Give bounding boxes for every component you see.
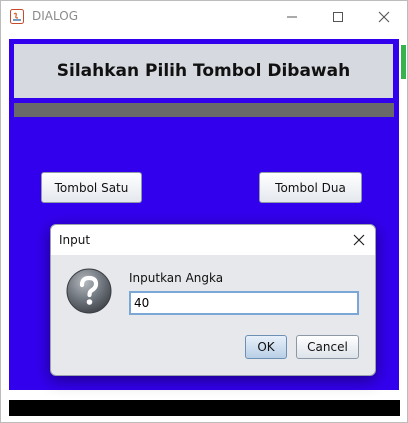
dialog-prompt-label: Inputkan Angka: [129, 271, 224, 285]
close-icon: [353, 234, 365, 246]
close-icon: [378, 11, 390, 23]
header-title: Silahkan Pilih Tombol Dibawah: [56, 61, 351, 81]
tombol-satu-button[interactable]: Tombol Satu: [41, 172, 142, 203]
maximize-icon: [333, 12, 343, 22]
header-panel: Silahkan Pilih Tombol Dibawah: [14, 44, 393, 98]
side-edge: [400, 39, 407, 390]
side-accent-mark: [401, 45, 406, 79]
close-button[interactable]: [361, 1, 407, 33]
bottom-bar: [9, 400, 400, 416]
tombol-dua-button[interactable]: Tombol Dua: [259, 172, 362, 203]
dialog-title-bar: Input: [51, 225, 375, 255]
maximize-button[interactable]: [315, 1, 361, 33]
dialog-title: Input: [59, 233, 91, 247]
minimize-icon: [287, 16, 297, 18]
input-dialog: Input Inputkan Angka OK Cancel: [50, 224, 376, 376]
dialog-close-button[interactable]: [347, 228, 371, 252]
ok-button[interactable]: OK: [245, 335, 287, 359]
question-icon: [66, 268, 112, 314]
title-bar: DIALOG: [1, 1, 407, 33]
java-app-icon: [10, 9, 24, 24]
app-window: DIALOG Silahkan Pilih Tombol Dibawah Tom…: [0, 0, 408, 423]
window-title: DIALOG: [32, 9, 78, 23]
minimize-button[interactable]: [269, 1, 315, 33]
divider-bar: [14, 103, 394, 117]
number-input[interactable]: [129, 291, 359, 315]
cancel-button[interactable]: Cancel: [296, 335, 359, 359]
